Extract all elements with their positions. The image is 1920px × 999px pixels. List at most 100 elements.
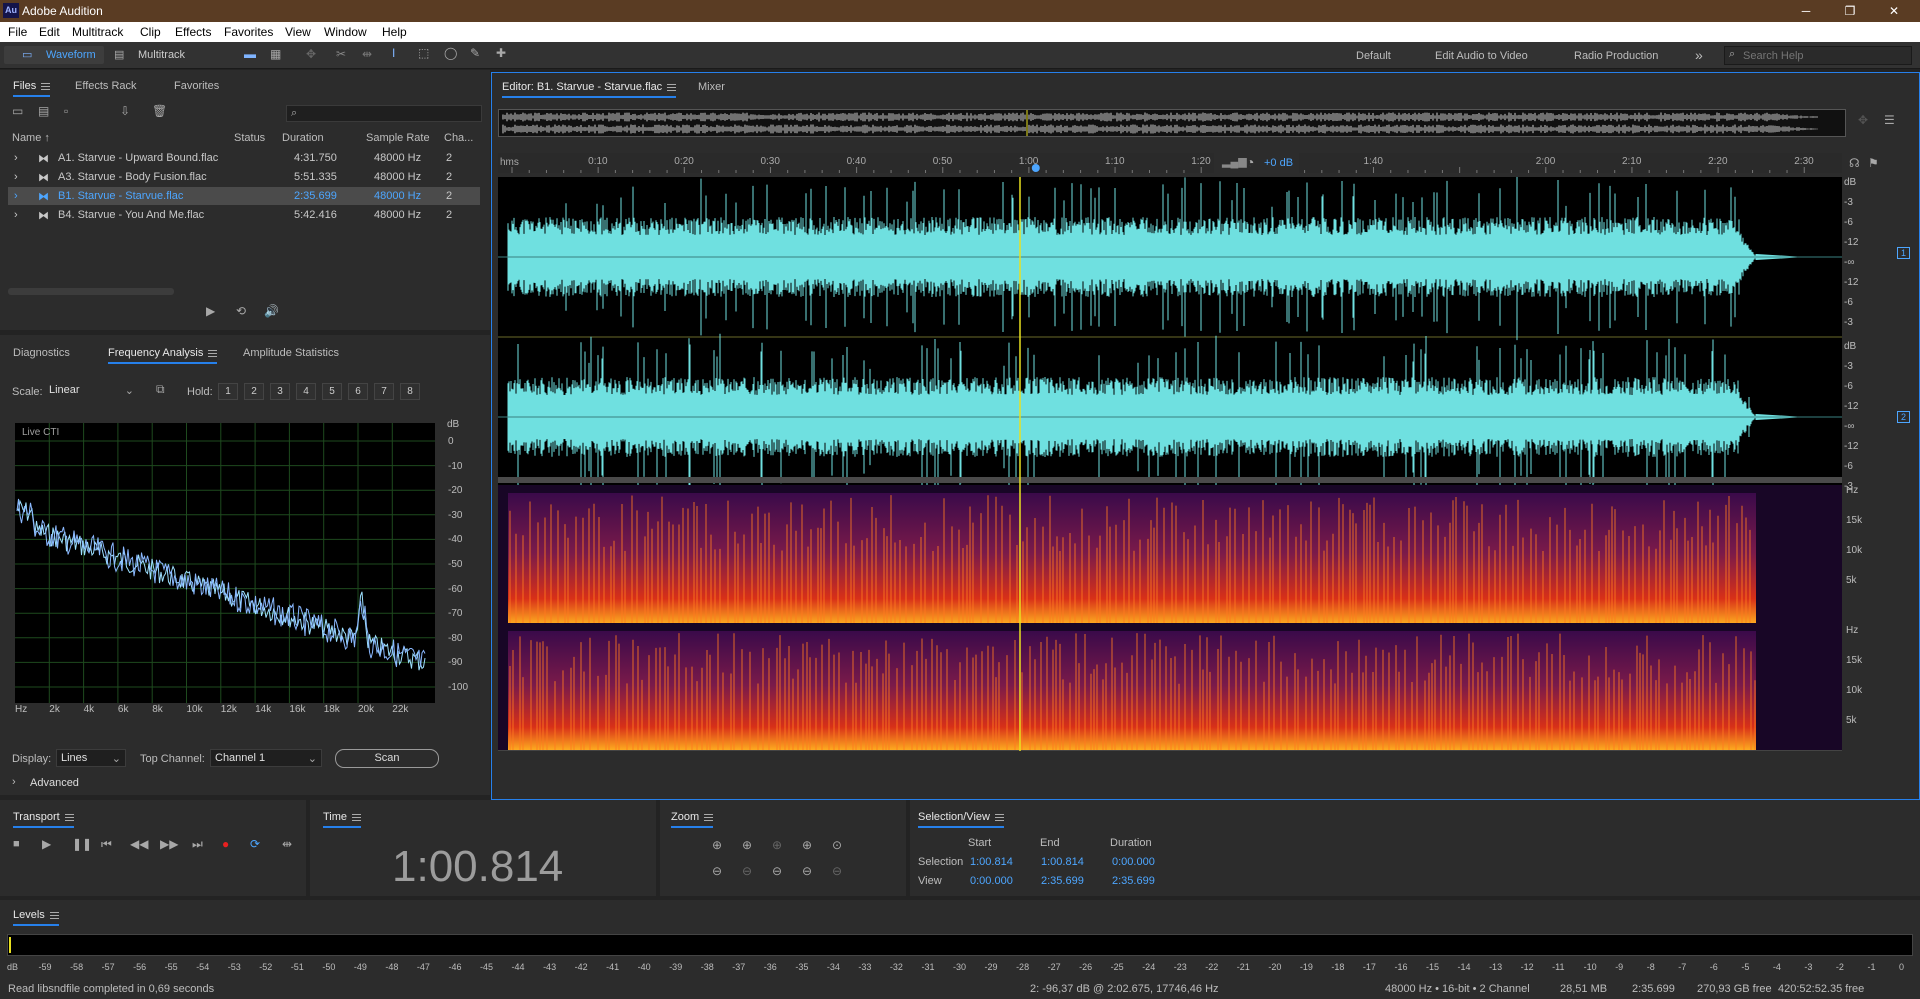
- column-status[interactable]: Status: [234, 132, 265, 144]
- headphones-icon[interactable]: ☊: [1849, 156, 1860, 170]
- search-input[interactable]: [1743, 48, 1903, 63]
- panel-menu-icon[interactable]: [994, 813, 1004, 821]
- zoom-reset-time-icon[interactable]: ⊙: [832, 838, 842, 852]
- file-row[interactable]: › ⧓ A3. Starvue - Body Fusion.flac 5:51.335…: [8, 168, 480, 186]
- insert-into-multitrack-icon[interactable]: ⇩: [120, 104, 130, 118]
- healing-tool-icon[interactable]: ✚: [496, 46, 506, 60]
- marquee-tool-icon[interactable]: ⬚: [418, 46, 429, 60]
- workspace-radio-production[interactable]: Radio Production: [1574, 50, 1658, 62]
- selection-start[interactable]: 1:00.814: [970, 856, 1013, 868]
- hold-button-1[interactable]: 1: [218, 383, 238, 400]
- spectral-pitch-icon[interactable]: ▦: [270, 47, 281, 61]
- horizontal-scrollbar[interactable]: [8, 288, 174, 295]
- workspace-default[interactable]: Default: [1356, 50, 1391, 62]
- zoom-reset-icon[interactable]: ✥: [1858, 113, 1868, 127]
- timeline-ruler[interactable]: hms0:100:200:300:400:501:001:101:201:301…: [498, 153, 1842, 173]
- play-icon[interactable]: ▶: [206, 304, 215, 318]
- slip-tool-icon[interactable]: ⇹: [362, 47, 372, 61]
- scale-select[interactable]: Linear ⌄: [45, 382, 138, 400]
- rewind-icon[interactable]: ◀◀: [130, 837, 148, 851]
- selection-end[interactable]: 1:00.814: [1041, 856, 1084, 868]
- fast-forward-icon[interactable]: ▶▶: [160, 837, 178, 851]
- loop-playback-icon[interactable]: ⟳: [250, 837, 260, 851]
- files-search-input[interactable]: ⌕: [286, 105, 482, 122]
- hold-button-2[interactable]: 2: [244, 383, 264, 400]
- volume-knob-icon[interactable]: ◔: [1246, 154, 1254, 170]
- loop-icon[interactable]: ⟲: [236, 304, 246, 318]
- skip-selection-icon[interactable]: ⇹: [282, 837, 292, 851]
- waveform-area[interactable]: [498, 173, 1842, 752]
- column-channels[interactable]: Cha...: [444, 132, 473, 144]
- zoom-to-time-icon[interactable]: ⊕: [802, 838, 812, 852]
- panel-menu-icon[interactable]: [704, 813, 714, 821]
- column-duration[interactable]: Duration: [282, 132, 324, 144]
- menu-help[interactable]: Help: [382, 25, 407, 39]
- file-row[interactable]: › ⧓ B4. Starvue - You And Me.flac 5:42.416 4…: [8, 206, 480, 224]
- workspace-edit-audio-video[interactable]: Edit Audio to Video: [1435, 50, 1528, 62]
- time-selection-tool-icon[interactable]: I: [392, 46, 395, 60]
- open-file-icon[interactable]: ▭: [12, 104, 23, 118]
- column-sample-rate[interactable]: Sample Rate: [366, 132, 430, 144]
- column-name[interactable]: Name ↑: [12, 132, 50, 144]
- menu-multitrack[interactable]: Multitrack: [72, 25, 123, 39]
- hold-button-3[interactable]: 3: [270, 383, 290, 400]
- tab-frequency-analysis[interactable]: Frequency Analysis: [108, 347, 218, 364]
- marker-icon[interactable]: ⚑: [1868, 156, 1879, 170]
- file-row-selected[interactable]: › ⧓ B1. Starvue - Starvue.flac 2:35.699 4800…: [8, 187, 480, 205]
- zoom-selection-icon[interactable]: ⊕: [772, 838, 782, 852]
- tab-editor[interactable]: Editor: B1. Starvue - Starvue.flac: [502, 81, 677, 98]
- zoom-out-point-icon[interactable]: ⊖: [832, 864, 842, 878]
- tab-effects-rack[interactable]: Effects Rack: [75, 80, 137, 92]
- zoom-in-time-icon[interactable]: ⊕: [742, 838, 752, 852]
- workspaces-more-icon[interactable]: »: [1695, 47, 1703, 63]
- copy-icon[interactable]: ⧉: [156, 382, 165, 397]
- menu-clip[interactable]: Clip: [140, 25, 161, 39]
- zoom-out-full-icon[interactable]: ⊖: [802, 864, 812, 878]
- lasso-tool-icon[interactable]: ◯: [444, 46, 457, 60]
- stop-icon[interactable]: ■: [13, 838, 20, 850]
- panel-menu-icon[interactable]: [352, 813, 362, 821]
- view-duration[interactable]: 2:35.699: [1112, 875, 1155, 887]
- advanced-toggle[interactable]: Advanced: [30, 777, 79, 789]
- close-button[interactable]: ✕: [1874, 0, 1914, 22]
- hold-button-6[interactable]: 6: [348, 383, 368, 400]
- tab-diagnostics[interactable]: Diagnostics: [13, 347, 70, 359]
- file-row[interactable]: › ⧓ A1. Starvue - Upward Bound.flac 4:31.75…: [8, 149, 480, 167]
- menu-file[interactable]: File: [8, 25, 27, 39]
- panel-menu-icon[interactable]: [64, 813, 74, 821]
- channel-badge[interactable]: 1: [1897, 247, 1911, 259]
- overview-menu-icon[interactable]: ☰: [1884, 113, 1895, 127]
- overview-bar[interactable]: [498, 109, 1846, 137]
- move-tool-icon[interactable]: ✥: [306, 47, 316, 61]
- menu-edit[interactable]: Edit: [39, 25, 60, 39]
- panel-menu-icon[interactable]: [208, 349, 218, 357]
- skip-start-icon[interactable]: ⏮: [101, 837, 112, 852]
- maximize-button[interactable]: ❐: [1830, 0, 1870, 22]
- razor-tool-icon[interactable]: ✂: [336, 47, 346, 61]
- zoom-in-amplitude-icon[interactable]: ⊕: [712, 838, 722, 852]
- tab-mixer[interactable]: Mixer: [698, 81, 725, 93]
- channel-badge[interactable]: 2: [1897, 411, 1911, 423]
- zoom-in-point-icon[interactable]: ⊖: [772, 864, 782, 878]
- scan-button[interactable]: Scan: [335, 749, 439, 768]
- pause-icon[interactable]: ❚❚: [72, 837, 92, 851]
- tab-favorites[interactable]: Favorites: [174, 80, 219, 92]
- advanced-chevron-icon[interactable]: ›: [12, 776, 16, 788]
- minimize-button[interactable]: ─: [1786, 0, 1826, 22]
- record-icon[interactable]: ●: [222, 837, 229, 851]
- skip-end-icon[interactable]: ⏭: [192, 837, 203, 852]
- menu-view[interactable]: View: [285, 25, 311, 39]
- hold-button-4[interactable]: 4: [296, 383, 316, 400]
- tab-amplitude-statistics[interactable]: Amplitude Statistics: [243, 347, 339, 359]
- view-end[interactable]: 2:35.699: [1041, 875, 1084, 887]
- spectral-display-icon[interactable]: ▬: [244, 47, 256, 61]
- menu-favorites[interactable]: Favorites: [224, 25, 273, 39]
- zoom-out-amplitude-icon[interactable]: ⊖: [712, 864, 722, 878]
- panel-menu-icon[interactable]: [667, 83, 677, 91]
- panel-menu-icon[interactable]: [49, 911, 59, 919]
- new-file-icon[interactable]: ▫: [64, 104, 68, 118]
- play-icon[interactable]: ▶: [42, 837, 51, 851]
- gain-readout[interactable]: +0 dB: [1264, 157, 1293, 169]
- import-file-icon[interactable]: ▤: [38, 104, 49, 118]
- multitrack-button[interactable]: ▤ Multitrack: [108, 46, 208, 64]
